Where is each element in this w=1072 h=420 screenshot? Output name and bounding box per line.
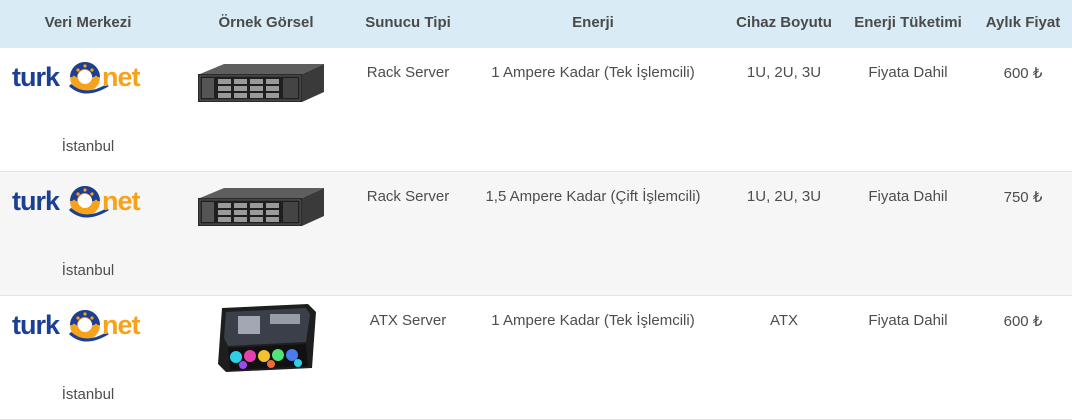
table-row: İstanbul Rack Server 1,5 Ampere Kadar (Ç…: [0, 172, 1072, 296]
device-size-cell: 1U, 2U, 3U: [746, 64, 822, 81]
rack-server-icon: [194, 62, 326, 106]
header-device-size[interactable]: Cihaz Boyutu: [726, 0, 842, 48]
header-sample-image[interactable]: Örnek Görsel: [176, 0, 356, 48]
power-consumption-cell: Fiyata Dahil: [868, 64, 948, 81]
server-type-cell: Rack Server: [366, 64, 450, 81]
device-size-cell: ATX: [769, 312, 799, 329]
header-server-type[interactable]: Sunucu Tipi: [356, 0, 460, 48]
city-label: İstanbul: [61, 138, 115, 155]
header-power-consumption[interactable]: Enerji Tüketimi: [842, 0, 974, 48]
rack-server-icon: [194, 186, 326, 230]
power-cell: 1,5 Ampere Kadar (Çift İşlemcili): [485, 188, 701, 205]
monthly-price-cell: 600 ₺: [1003, 313, 1043, 330]
city-label: İstanbul: [61, 262, 115, 279]
turknet-logo-icon: [12, 55, 162, 101]
monthly-price-cell: 600 ₺: [1003, 65, 1043, 82]
city-label: İstanbul: [61, 386, 115, 403]
server-type-cell: ATX Server: [369, 312, 447, 329]
power-consumption-cell: Fiyata Dahil: [868, 188, 948, 205]
power-cell: 1 Ampere Kadar (Tek İşlemcili): [491, 64, 695, 81]
colocation-pricing-table: Veri Merkezi Örnek Görsel Sunucu Tipi En…: [0, 0, 1072, 420]
turknet-logo-icon: [12, 303, 162, 349]
table-header: Veri Merkezi Örnek Görsel Sunucu Tipi En…: [0, 0, 1072, 48]
table-row: İstanbul Rack Server 1 Ampere Kadar (Tek…: [0, 48, 1072, 172]
atx-case-icon: [212, 302, 322, 374]
power-cell: 1 Ampere Kadar (Tek İşlemcili): [491, 312, 695, 329]
monthly-price-cell: 750 ₺: [1003, 189, 1043, 206]
header-data-center[interactable]: Veri Merkezi: [0, 0, 176, 48]
power-consumption-cell: Fiyata Dahil: [868, 312, 948, 329]
table-row: İstanbul ATX Server 1 Ampere Kadar (Tek …: [0, 296, 1072, 420]
server-type-cell: Rack Server: [366, 188, 450, 205]
device-size-cell: 1U, 2U, 3U: [746, 188, 822, 205]
turknet-logo-icon: [12, 179, 162, 225]
header-power[interactable]: Enerji: [460, 0, 726, 48]
header-monthly-price[interactable]: Aylık Fiyat: [974, 0, 1072, 48]
